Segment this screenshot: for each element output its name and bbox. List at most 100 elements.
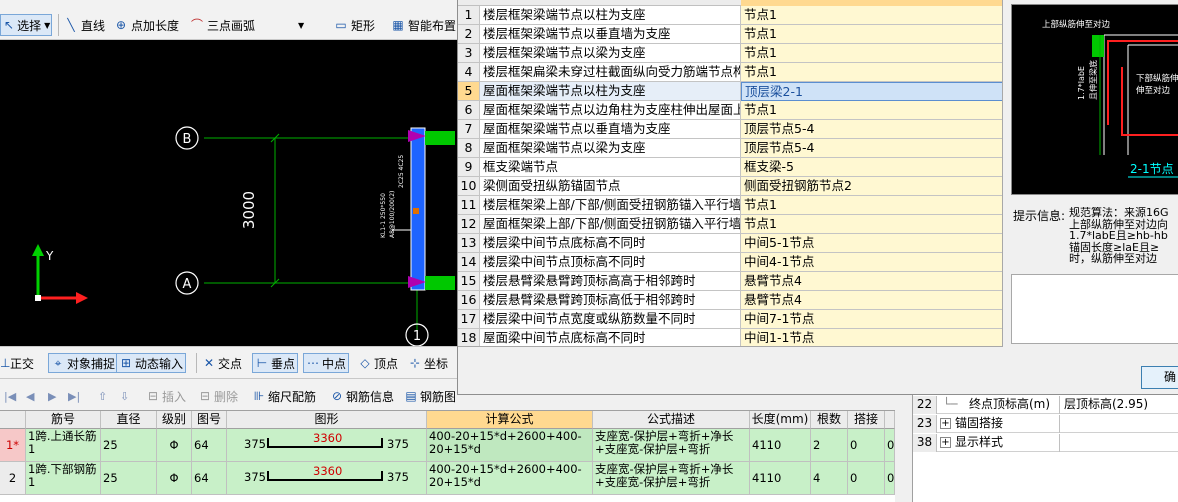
drawing-canvas[interactable]: B A 1 3000 KL1-1 250*550 A8@100/200(2) 2… xyxy=(0,40,460,346)
node-row[interactable]: 15 楼层悬臂梁悬臂跨顶标高高于相邻跨时 悬臂节点4 xyxy=(458,272,1002,291)
node-row[interactable]: 2 楼层框架梁端节点以垂直墙为支座 节点1 xyxy=(458,25,1002,44)
node-row[interactable]: 9 框支梁端节点 框支梁-5 xyxy=(458,158,1002,177)
count-cell[interactable]: 2 xyxy=(811,429,848,462)
figure-no-cell[interactable]: 64 xyxy=(192,462,227,495)
grip-point[interactable] xyxy=(413,208,419,214)
move-down-icon[interactable]: ⇩ xyxy=(120,387,129,405)
node-value[interactable]: 框支梁-5 xyxy=(741,158,1002,177)
node-value[interactable]: 中间1-1节点 xyxy=(741,329,1002,346)
shape-cell[interactable]: 375 3360 375 xyxy=(227,462,427,495)
node-row[interactable]: 13 楼层梁中间节点底标高不同时 中间5-1节点 xyxy=(458,234,1002,253)
node-value[interactable]: 中间5-1节点 xyxy=(741,234,1002,253)
dynamic-input-toggle[interactable]: ⊞ 动态输入 xyxy=(116,353,187,373)
diameter-cell[interactable]: 25 xyxy=(101,462,157,495)
formula-cell[interactable]: 400-20+15*d+2600+400-20+15*d xyxy=(427,462,593,495)
node-row[interactable]: 18 屋面梁中间节点底标高不同时 中间1-1节点 xyxy=(458,329,1002,346)
node-row[interactable]: 17 楼层梁中间节点宽度或纵筋数量不同时 中间7-1节点 xyxy=(458,310,1002,329)
node-row[interactable]: 8 屋面框架梁端节点以梁为支座 顶层节点5-4 xyxy=(458,139,1002,158)
node-value[interactable]: 节点1 xyxy=(741,44,1002,63)
delete-button[interactable]: ⊟ 删除 xyxy=(198,387,238,405)
node-value[interactable]: 节点1 xyxy=(741,196,1002,215)
length-cell[interactable]: 4110 xyxy=(750,462,811,495)
object-snap-toggle[interactable]: ⌖ 对象捕捉 xyxy=(48,353,119,373)
last-record-icon[interactable]: ▶| xyxy=(68,387,80,405)
scale-rebar-button[interactable]: ⊪ 缩尺配筋 xyxy=(252,387,316,405)
diameter-cell[interactable]: 25 xyxy=(101,429,157,462)
rebar-name-cell[interactable]: 1跨.下部钢筋1 xyxy=(26,462,101,495)
vertex-snap[interactable]: ◇ 顶点 xyxy=(358,353,398,373)
node-row[interactable]: 10 梁侧面受扭纵筋锚固节点 侧面受扭钢筋节点2 xyxy=(458,177,1002,196)
select-tool-button[interactable]: ↖ 选择 ▼ xyxy=(0,14,52,36)
node-value[interactable]: 顶层节点5-4 xyxy=(741,139,1002,158)
column-header[interactable]: 图形 xyxy=(227,411,427,429)
next-record-icon[interactable]: ▶ xyxy=(48,387,56,405)
midpoint-snap[interactable]: ⋯ 中点 xyxy=(303,353,350,373)
node-value[interactable]: 节点1 xyxy=(741,6,1002,25)
grade-cell[interactable]: Φ xyxy=(157,462,192,495)
column-header[interactable]: 长度(mm) xyxy=(750,411,811,429)
node-value[interactable]: 中间7-1节点 xyxy=(741,310,1002,329)
node-value[interactable]: 顶层节点5-4 xyxy=(741,120,1002,139)
extra-cell[interactable]: 0 xyxy=(885,462,895,495)
node-row[interactable]: 16 楼层悬臂梁悬臂跨顶标高低于相邻跨时 悬臂节点4 xyxy=(458,291,1002,310)
first-record-icon[interactable]: |◀ xyxy=(4,387,16,405)
ok-button[interactable]: 确定 xyxy=(1141,366,1178,389)
figure-no-cell[interactable]: 64 xyxy=(192,429,227,462)
line-tool-button[interactable]: ╲ 直线 xyxy=(64,14,105,36)
column-header[interactable]: 公式描述 xyxy=(593,411,750,429)
column-header[interactable]: 级别 xyxy=(157,411,192,429)
grade-cell[interactable]: Φ xyxy=(157,429,192,462)
node-row[interactable]: 6 屋面框架梁端节点以边角柱为支座柱伸出屋面上 节点1 xyxy=(458,101,1002,120)
node-value[interactable]: 悬臂节点4 xyxy=(741,291,1002,310)
property-group-row[interactable]: 23 + 锚固搭接 xyxy=(913,415,1178,433)
extra-cell[interactable]: 0 xyxy=(885,429,895,462)
intersection-snap[interactable]: ✕ 交点 xyxy=(202,353,242,373)
coordinate-snap[interactable]: ⊹ 坐标 xyxy=(408,353,448,373)
node-value[interactable]: 节点1 xyxy=(741,215,1002,234)
column-header[interactable]: 根数 xyxy=(811,411,848,429)
expand-icon[interactable]: + xyxy=(940,418,951,429)
formula-cell[interactable]: 400-20+15*d+2600+400-20+15*d xyxy=(427,429,593,462)
rect-tool-button[interactable]: ▭ 矩形 xyxy=(334,14,375,36)
count-cell[interactable]: 4 xyxy=(811,462,848,495)
prev-record-icon[interactable]: ◀ xyxy=(26,387,34,405)
perpendicular-snap[interactable]: ⊢ 垂点 xyxy=(252,353,299,373)
node-value[interactable]: 节点1 xyxy=(741,101,1002,120)
shape-cell[interactable]: 375 3360 375 xyxy=(227,429,427,462)
node-value[interactable]: 顶层梁2-1 xyxy=(741,82,1002,101)
lap-cell[interactable]: 0 xyxy=(848,462,885,495)
property-group-row[interactable]: 38 + 显示样式 xyxy=(913,434,1178,452)
description-cell[interactable]: 支座宽-保护层+弯折+净长+支座宽-保护层+弯折 xyxy=(593,462,750,495)
property-value[interactable]: 层顶标高(2.95) xyxy=(1059,396,1178,414)
expand-icon[interactable]: + xyxy=(940,437,951,448)
column-header[interactable]: 搭接 xyxy=(848,411,885,429)
node-value[interactable]: 中间4-1节点 xyxy=(741,253,1002,272)
node-row[interactable]: 11 楼层框架梁上部/下部/侧面受扭钢筋锚入平行墙 节点1 xyxy=(458,196,1002,215)
column-header[interactable]: 计算公式 xyxy=(427,411,593,429)
column-header[interactable]: 筋号 xyxy=(26,411,101,429)
node-value[interactable]: 节点1 xyxy=(741,25,1002,44)
node-value[interactable]: 悬臂节点4 xyxy=(741,272,1002,291)
node-value[interactable]: 侧面受扭钢筋节点2 xyxy=(741,177,1002,196)
ortho-toggle[interactable]: ⊥ 正交 xyxy=(0,353,34,373)
length-cell[interactable]: 4110 xyxy=(750,429,811,462)
point-length-tool-button[interactable]: ⊕ 点加长度 xyxy=(114,14,179,36)
arc-tool-button[interactable]: ⌒ 三点画弧 ▼ xyxy=(190,14,304,36)
node-row[interactable]: 5 屋面框架梁端节点以柱为支座 顶层梁2-1 xyxy=(458,82,1002,101)
node-row[interactable]: 7 屋面框架梁端节点以垂直墙为支座 顶层节点5-4 xyxy=(458,120,1002,139)
column-header[interactable]: 图号 xyxy=(192,411,227,429)
node-row[interactable]: 12 屋面框架梁上部/下部/侧面受扭钢筋锚入平行墙 节点1 xyxy=(458,215,1002,234)
smart-layout-button[interactable]: ▦ 智能布置 xyxy=(391,14,456,36)
property-row[interactable]: 22 └─ 终点顶标高(m) 层顶标高(2.95) xyxy=(913,396,1178,414)
node-value[interactable]: 节点1 xyxy=(741,63,1002,82)
rebar-name-cell[interactable]: 1跨.上通长筋1 xyxy=(26,429,101,462)
rebar-info-button[interactable]: ⊘ 钢筋信息 xyxy=(330,387,394,405)
insert-button[interactable]: ⊟ 插入 xyxy=(146,387,186,405)
column-header[interactable]: 直径(mm) xyxy=(101,411,157,443)
node-row[interactable]: 3 楼层框架梁端节点以梁为支座 节点1 xyxy=(458,44,1002,63)
node-row[interactable]: 4 楼层框架扁梁未穿过柱截面纵向受力筋端节点构 节点1 xyxy=(458,63,1002,82)
node-row[interactable]: 14 楼层梁中间节点顶标高不同时 中间4-1节点 xyxy=(458,253,1002,272)
description-cell[interactable]: 支座宽-保护层+弯折+净长+支座宽-保护层+弯折 xyxy=(593,429,750,462)
lap-cell[interactable]: 0 xyxy=(848,429,885,462)
node-row[interactable]: 1 楼层框架梁端节点以柱为支座 节点1 xyxy=(458,6,1002,25)
